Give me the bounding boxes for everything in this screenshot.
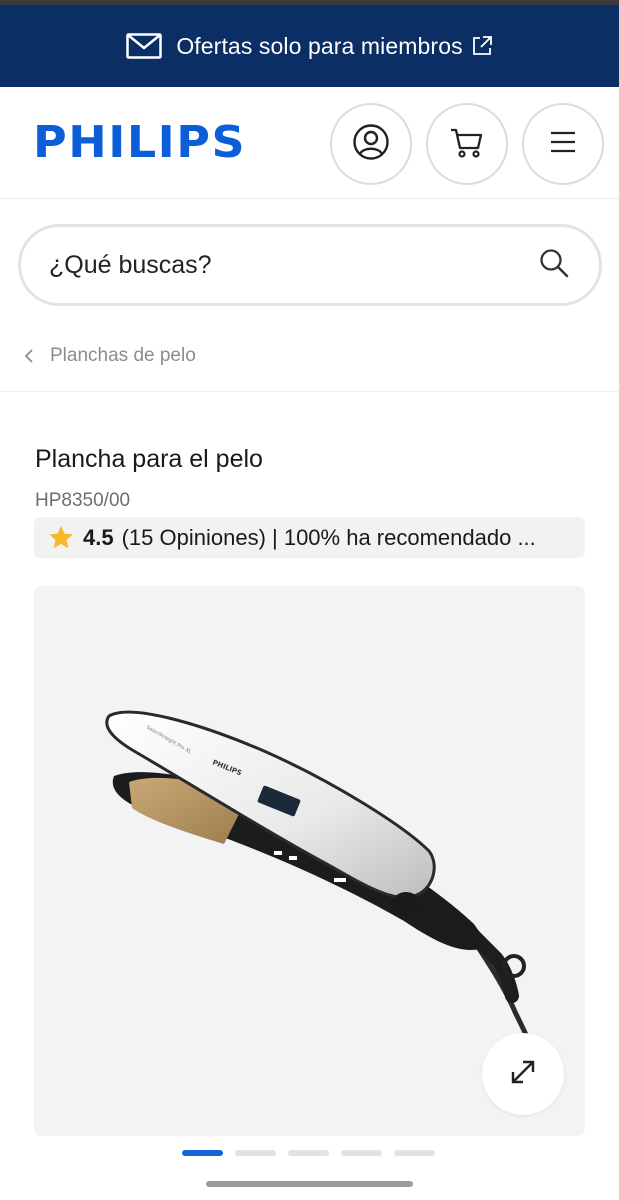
mail-icon: [126, 33, 163, 59]
hamburger-icon: [550, 131, 576, 158]
star-icon: [48, 525, 74, 550]
user-icon: [352, 123, 390, 166]
breadcrumb-link[interactable]: Planchas de pelo: [50, 345, 196, 367]
chevron-left-icon: [24, 348, 34, 364]
external-link-icon: [471, 35, 493, 57]
rating-score: 4.5: [83, 524, 114, 550]
gallery-dot[interactable]: [182, 1150, 223, 1156]
gallery-dot[interactable]: [341, 1150, 382, 1156]
expand-icon: [508, 1057, 538, 1092]
account-button[interactable]: [330, 103, 412, 185]
rating-summary[interactable]: 4.5 (15 Opiniones) | 100% ha recomendado…: [34, 517, 585, 558]
home-indicator: [206, 1181, 413, 1187]
gallery-dot[interactable]: [394, 1150, 435, 1156]
expand-button[interactable]: [482, 1033, 564, 1115]
cart-icon: [449, 124, 485, 165]
gallery-dot[interactable]: [235, 1150, 276, 1156]
search-input[interactable]: ¿Qué buscas?: [49, 251, 539, 280]
product-title: Plancha para el pelo: [35, 445, 263, 473]
site-header: PHILIPS: [0, 87, 619, 199]
cart-button[interactable]: [426, 103, 508, 185]
banner-text: Ofertas solo para miembros: [176, 32, 463, 59]
members-offer-banner[interactable]: Ofertas solo para miembros: [0, 5, 619, 87]
rating-text: (15 Opiniones) | 100% ha recomendado ...: [121, 524, 536, 550]
breadcrumb[interactable]: Planchas de pelo: [0, 320, 619, 392]
product-sku: HP8350/00: [35, 490, 131, 511]
menu-button[interactable]: [522, 103, 604, 185]
product-gallery[interactable]: PHILIPS SalonStraight Pro XL: [34, 586, 585, 1136]
gallery-dot[interactable]: [288, 1150, 329, 1156]
philips-logo[interactable]: PHILIPS: [33, 116, 246, 167]
gallery-pagination[interactable]: [182, 1150, 435, 1156]
search-icon[interactable]: [539, 248, 569, 283]
search-bar[interactable]: ¿Qué buscas?: [18, 224, 602, 306]
